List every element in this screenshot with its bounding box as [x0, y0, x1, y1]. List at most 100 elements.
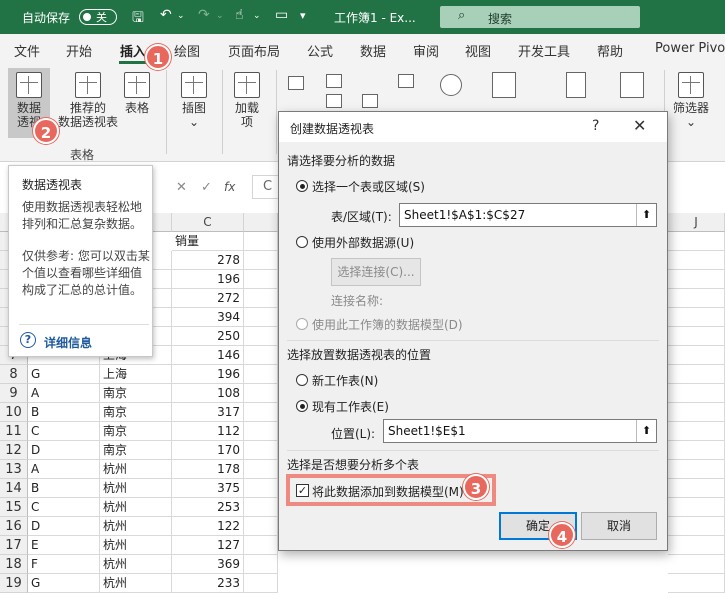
tooltip-more-info-link[interactable]: 详细信息 [44, 334, 92, 351]
row-header[interactable]: 13 [0, 460, 28, 479]
radio-external-source[interactable] [296, 236, 308, 248]
cell-c[interactable]: 250 [172, 327, 244, 346]
row-header[interactable]: 18 [0, 555, 28, 574]
range-input[interactable]: Sheet1!$A$1:$C$27 ⬆ [399, 203, 657, 227]
cancel-button[interactable]: 取消 [581, 512, 657, 540]
cell-c[interactable]: 233 [172, 574, 244, 593]
cell[interactable] [244, 346, 278, 365]
range-collapse-icon[interactable]: ⬆ [636, 204, 656, 226]
cell-a[interactable]: G [28, 574, 100, 593]
cell-c[interactable]: 375 [172, 479, 244, 498]
tab-draw[interactable]: 绘图 [174, 41, 200, 60]
cell-c[interactable]: 196 [172, 270, 244, 289]
addins-button[interactable]: 加载 项 [228, 68, 266, 138]
cell[interactable] [244, 517, 278, 536]
cell-a[interactable]: B [28, 479, 100, 498]
location-input[interactable]: Sheet1!$E$1 ⬆ [383, 419, 657, 443]
radio-external-source-label[interactable]: 使用外部数据源(U) [312, 234, 414, 251]
tab-help[interactable]: 帮助 [597, 41, 623, 60]
cell-c[interactable]: 196 [172, 365, 244, 384]
cell[interactable] [668, 384, 725, 403]
cell[interactable] [244, 289, 278, 308]
cell-b[interactable]: 南京 [100, 384, 172, 403]
tab-power-pivot[interactable]: Power Pivot [655, 41, 725, 56]
redo-dropdown-icon[interactable]: ⌄ [216, 11, 224, 21]
cell-c[interactable]: 317 [172, 403, 244, 422]
row-header[interactable]: 12 [0, 441, 28, 460]
cell[interactable] [668, 308, 725, 327]
tab-formulas[interactable]: 公式 [307, 41, 333, 60]
cell[interactable] [668, 441, 725, 460]
autosave-toggle[interactable]: 关 [79, 9, 117, 25]
cell[interactable] [668, 327, 725, 346]
save-icon[interactable]: 🖫 [132, 7, 144, 31]
touch-dropdown-icon[interactable]: ⌄ [253, 11, 261, 21]
tab-review[interactable]: 审阅 [413, 41, 439, 60]
radio-data-model[interactable] [296, 318, 308, 330]
tab-view[interactable]: 视图 [465, 41, 491, 60]
row-header[interactable]: 11 [0, 422, 28, 441]
dialog-close-button[interactable]: ✕ [633, 116, 646, 135]
cell-c[interactable]: 272 [172, 289, 244, 308]
row-header[interactable]: 15 [0, 498, 28, 517]
row-header[interactable]: 8 [0, 365, 28, 384]
cell-c[interactable]: 253 [172, 498, 244, 517]
cell[interactable] [244, 270, 278, 289]
confirm-icon[interactable]: ✓ [201, 180, 212, 195]
cell-b[interactable]: 杭州 [100, 536, 172, 555]
radio-new-sheet[interactable] [296, 374, 308, 386]
col-header-c[interactable]: C [172, 213, 244, 232]
recommended-charts-icon[interactable] [288, 76, 304, 90]
cell[interactable] [668, 403, 725, 422]
cell-c[interactable]: 394 [172, 308, 244, 327]
col-header-j[interactable]: J [668, 213, 725, 232]
cell[interactable] [668, 536, 725, 555]
recommended-pivot-button[interactable]: 推荐的 数据透视表 [58, 68, 118, 138]
cell-a[interactable]: A [28, 384, 100, 403]
choose-connection-button[interactable]: 选择连接(C)... [331, 258, 421, 286]
cell-c[interactable]: 369 [172, 555, 244, 574]
3d-map-icon[interactable] [566, 72, 586, 98]
cell-a[interactable]: E [28, 536, 100, 555]
cell[interactable] [668, 270, 725, 289]
cell-b[interactable]: 杭州 [100, 517, 172, 536]
redo-icon[interactable]: ↷ [198, 7, 210, 23]
radio-existing-sheet-label[interactable]: 现有工作表(E) [312, 398, 389, 415]
cell[interactable] [668, 232, 725, 251]
row-header[interactable]: 16 [0, 517, 28, 536]
cell[interactable] [668, 555, 725, 574]
column-chart-icon[interactable] [326, 74, 342, 88]
cell-a[interactable]: C [28, 498, 100, 517]
location-collapse-icon[interactable]: ⬆ [636, 420, 656, 442]
undo-dropdown-icon[interactable]: ⌄ [177, 11, 185, 21]
cell-b[interactable]: 杭州 [100, 574, 172, 593]
row-header[interactable]: 19 [0, 574, 28, 593]
table-button[interactable]: 表格 [120, 68, 154, 138]
cell[interactable] [244, 555, 278, 574]
undo-icon[interactable]: ↶ [160, 7, 172, 23]
cell[interactable] [668, 498, 725, 517]
sparkline-icon[interactable] [620, 72, 644, 98]
tab-page-layout[interactable]: 页面布局 [228, 41, 280, 60]
radio-select-range[interactable] [296, 180, 308, 192]
cell-c[interactable]: 127 [172, 536, 244, 555]
cell[interactable] [244, 574, 278, 593]
radio-select-range-label[interactable]: 选择一个表或区域(S) [312, 178, 425, 195]
filter-button[interactable]: 筛选器 ⌄ [666, 68, 716, 138]
cell-a[interactable]: F [28, 555, 100, 574]
cell-a[interactable]: C [28, 422, 100, 441]
folder-icon[interactable]: ▭ [275, 7, 288, 23]
map-chart-icon[interactable] [440, 74, 462, 96]
cell-b[interactable]: 上海 [100, 365, 172, 384]
cell[interactable] [668, 346, 725, 365]
row-header[interactable]: 9 [0, 384, 28, 403]
cell[interactable] [668, 479, 725, 498]
cell-a[interactable]: D [28, 441, 100, 460]
cell-b[interactable]: 南京 [100, 422, 172, 441]
row-header[interactable]: 14 [0, 479, 28, 498]
cell[interactable] [244, 536, 278, 555]
cell-c[interactable]: 178 [172, 460, 244, 479]
cell-a[interactable]: B [28, 403, 100, 422]
cell-c[interactable]: 122 [172, 517, 244, 536]
cell[interactable] [244, 365, 278, 384]
